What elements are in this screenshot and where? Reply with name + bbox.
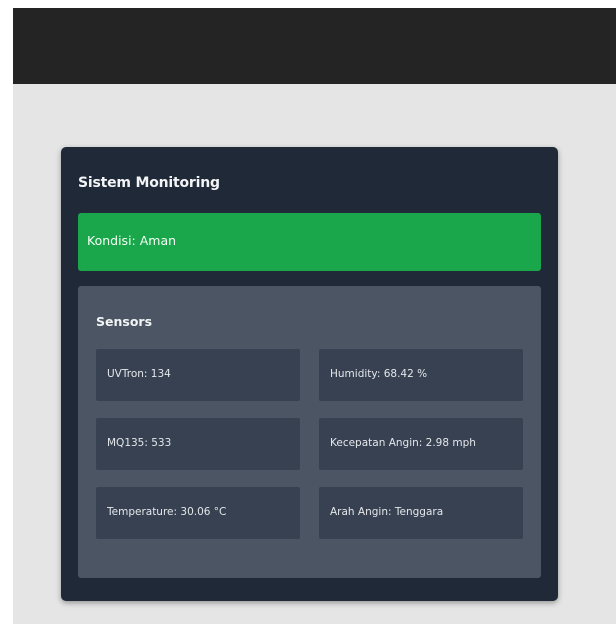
sensor-label: Kecepatan Angin: 2.98 mph bbox=[330, 437, 476, 449]
sensor-label: MQ135: 533 bbox=[107, 437, 172, 449]
sensors-title: Sensors bbox=[96, 314, 153, 329]
sensor-temperature: Temperature: 30.06 °C bbox=[96, 487, 300, 539]
top-bar bbox=[13, 8, 616, 84]
sensor-wind-direction: Arah Angin: Tenggara bbox=[319, 487, 523, 539]
sensor-label: UVTron: 134 bbox=[107, 368, 171, 380]
sensors-panel: Sensors UVTron: 134 Humidity: 68.42 % MQ… bbox=[78, 286, 541, 578]
monitoring-card: Sistem Monitoring Kondisi: Aman Sensors … bbox=[61, 147, 558, 601]
status-banner: Kondisi: Aman bbox=[78, 213, 541, 271]
sensor-wind-speed: Kecepatan Angin: 2.98 mph bbox=[319, 418, 523, 470]
sensor-humidity: Humidity: 68.42 % bbox=[319, 349, 523, 401]
sensor-label: Humidity: 68.42 % bbox=[330, 368, 428, 380]
sensor-label: Temperature: 30.06 °C bbox=[107, 506, 227, 518]
card-title: Sistem Monitoring bbox=[78, 175, 220, 191]
sensor-uvtron: UVTron: 134 bbox=[96, 349, 300, 401]
sensor-label: Arah Angin: Tenggara bbox=[330, 506, 444, 518]
status-text: Kondisi: Aman bbox=[87, 233, 177, 248]
app-viewport: Sistem Monitoring Kondisi: Aman Sensors … bbox=[13, 8, 616, 624]
sensor-mq135: MQ135: 533 bbox=[96, 418, 300, 470]
